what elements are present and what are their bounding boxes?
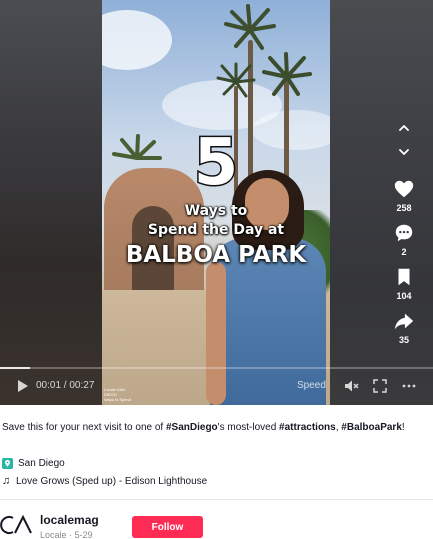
like-count: 258: [396, 203, 412, 213]
volume-muted-icon[interactable]: [343, 378, 359, 394]
save-button[interactable]: 104: [384, 266, 424, 301]
follow-button[interactable]: Follow: [132, 516, 203, 538]
video-player[interactable]: 5 Ways to Spend the Day at BALBOA PARK L…: [0, 0, 433, 405]
overlay-number: 5: [192, 126, 240, 200]
comment-count: 2: [401, 247, 407, 257]
time-readout: 00:01 / 00:27: [36, 380, 95, 391]
overlay-line-3: BALBOA PARK: [125, 242, 307, 268]
location-pin-icon: [2, 458, 13, 469]
video-blur-left: [0, 0, 102, 405]
location-link[interactable]: San Diego: [2, 458, 65, 469]
chevron-up-icon: [399, 125, 409, 131]
hashtag-link[interactable]: #SanDiego: [166, 422, 218, 433]
play-icon[interactable]: [14, 378, 30, 394]
author-subline: Locale · 5-29: [40, 530, 93, 539]
heart-icon: [394, 180, 414, 198]
overlay-line-1: Ways to: [184, 203, 248, 219]
comment-icon: [395, 224, 413, 242]
hashtag-link[interactable]: #BalboaPark: [341, 422, 402, 433]
fullscreen-icon[interactable]: [372, 378, 388, 394]
post-caption: Save this for your next visit to one of …: [2, 422, 405, 433]
hashtag-link[interactable]: #attractions: [279, 422, 336, 433]
chevron-down-icon: [399, 149, 409, 155]
share-button[interactable]: 35: [384, 310, 424, 345]
more-options-icon[interactable]: [401, 378, 417, 394]
progress-fill: [0, 367, 31, 369]
like-button[interactable]: 258: [384, 178, 424, 213]
save-count: 104: [396, 291, 412, 301]
overlay-line-2: Spend the Day at: [147, 222, 285, 238]
music-label: Love Grows (Sped up) - Edison Lighthouse: [16, 476, 208, 487]
share-icon: [394, 313, 414, 330]
music-link[interactable]: ♫ Love Grows (Sped up) - Edison Lighthou…: [2, 475, 208, 488]
share-count: 35: [398, 335, 409, 345]
locale-logo[interactable]: [0, 514, 34, 536]
video-credit-text: Locale SAN DIEGO Ways to Spend: [104, 387, 131, 402]
location-label: San Diego: [18, 458, 65, 469]
author-username[interactable]: localemag: [40, 513, 99, 527]
music-note-icon: ♫: [2, 475, 11, 487]
divider: [0, 499, 433, 500]
progress-bar[interactable]: [0, 367, 433, 369]
bookmark-icon: [398, 268, 410, 286]
comment-button[interactable]: 2: [384, 222, 424, 257]
speed-button[interactable]: Speed: [297, 380, 326, 391]
previous-video-button[interactable]: [392, 116, 416, 140]
next-video-button[interactable]: [392, 140, 416, 164]
